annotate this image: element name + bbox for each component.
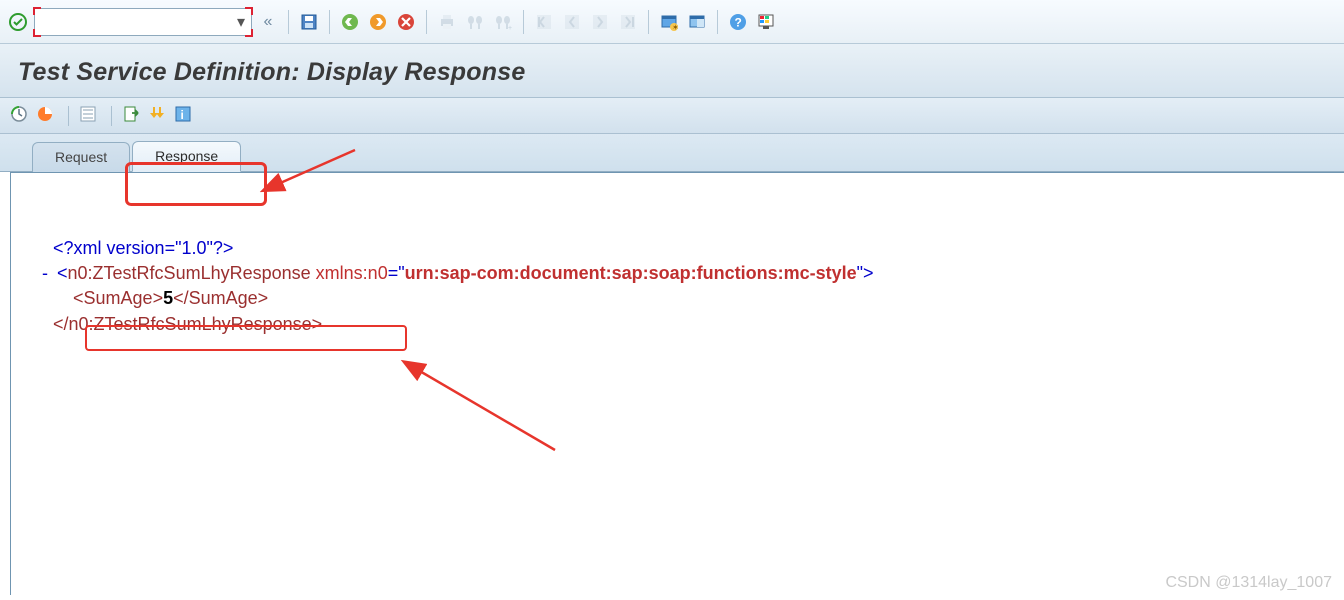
top-toolbar: ▾ « + ✶ xyxy=(0,0,1344,44)
command-field[interactable] xyxy=(34,8,252,36)
toolbar-separator xyxy=(329,10,330,34)
xml-tag: <SumAge> xyxy=(73,288,163,308)
info-icon[interactable]: i xyxy=(174,105,196,127)
exit-icon[interactable] xyxy=(366,10,390,34)
ok-icon[interactable] xyxy=(6,10,30,34)
collapse-left-icon[interactable]: « xyxy=(256,10,280,34)
layout-icon[interactable] xyxy=(685,10,709,34)
xml-root-open: - <n0:ZTestRfcSumLhyResponse xmlns:n0="u… xyxy=(38,261,1344,286)
xml-text: 5 xyxy=(163,288,173,308)
xml-punc: < xyxy=(57,263,68,283)
page-title: Test Service Definition: Display Respons… xyxy=(18,58,1326,87)
toolbar-separator xyxy=(648,10,649,34)
focus-corner-icon xyxy=(245,7,253,15)
app-toolbar: i xyxy=(0,98,1344,134)
svg-text:✶: ✶ xyxy=(672,23,678,31)
xml-punc: <? xyxy=(53,238,74,258)
tab-bar: Request Response xyxy=(0,134,1344,172)
focus-corner-icon xyxy=(33,7,41,15)
export-icon[interactable] xyxy=(122,105,144,127)
toolbar-separator xyxy=(111,106,112,126)
cancel-icon[interactable] xyxy=(394,10,418,34)
first-page-icon xyxy=(532,10,556,34)
tab-response[interactable]: Response xyxy=(132,141,241,172)
find-icon xyxy=(463,10,487,34)
print-icon xyxy=(435,10,459,34)
focus-corner-icon xyxy=(33,29,41,37)
help-icon[interactable]: ? xyxy=(726,10,750,34)
focus-corner-icon xyxy=(245,29,253,37)
new-session-icon[interactable]: ✶ xyxy=(657,10,681,34)
tab-request[interactable]: Request xyxy=(32,142,130,172)
xml-tag: </SumAge> xyxy=(173,288,268,308)
watermark: CSDN @1314lay_1007 xyxy=(1165,574,1332,592)
back-icon[interactable] xyxy=(338,10,362,34)
tree-icon[interactable] xyxy=(79,105,101,127)
xml-punc: ?> xyxy=(213,238,234,258)
svg-text:+: + xyxy=(508,25,512,31)
find-next-icon: + xyxy=(491,10,515,34)
toolbar-separator xyxy=(288,10,289,34)
download-icon[interactable] xyxy=(148,105,170,127)
xml-attr-name: xmlns:n0 xyxy=(316,263,388,283)
svg-text:?: ? xyxy=(735,15,742,29)
xml-root-close: </n0:ZTestRfcSumLhyResponse> xyxy=(38,312,1344,337)
title-bar: Test Service Definition: Display Respons… xyxy=(0,44,1344,98)
toolbar-separator xyxy=(426,10,427,34)
xml-text: xml version="1.0" xyxy=(74,238,213,258)
tab-label: Request xyxy=(55,149,107,165)
svg-text:i: i xyxy=(181,108,184,122)
xml-punc: =" xyxy=(388,263,405,283)
xml-tag: n0:ZTestRfcSumLhyResponse xyxy=(68,263,311,283)
command-field-wrap: ▾ xyxy=(34,8,252,36)
prev-page-icon xyxy=(560,10,584,34)
xml-attr-value: urn:sap-com:document:sap:soap:functions:… xyxy=(405,263,857,283)
pie-icon[interactable] xyxy=(36,105,58,127)
xml-response-view: <?xml version="1.0"?> - <n0:ZTestRfcSumL… xyxy=(0,172,1344,595)
customize-icon[interactable] xyxy=(754,10,778,34)
toolbar-separator xyxy=(68,106,69,126)
clock-icon[interactable] xyxy=(10,105,32,127)
xml-tag: </n0:ZTestRfcSumLhyResponse> xyxy=(53,314,322,334)
tab-label: Response xyxy=(155,148,218,164)
xml-child: <SumAge>5</SumAge> xyxy=(38,286,1344,311)
toolbar-separator xyxy=(717,10,718,34)
xml-punc: "> xyxy=(857,263,874,283)
xml-declaration: <?xml version="1.0"?> xyxy=(38,236,1344,261)
save-icon[interactable] xyxy=(297,10,321,34)
toolbar-separator xyxy=(523,10,524,34)
last-page-icon xyxy=(616,10,640,34)
next-page-icon xyxy=(588,10,612,34)
collapse-toggle-icon[interactable]: - xyxy=(38,261,52,286)
